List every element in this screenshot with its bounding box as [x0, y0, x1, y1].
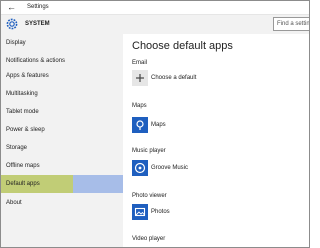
sidebar-item-default-apps[interactable]: Default apps	[1, 175, 123, 193]
sidebar-item-label: Default apps	[6, 181, 40, 187]
category-label-email: Email	[132, 60, 148, 66]
category-label-photo-viewer: Photo viewer	[132, 193, 167, 199]
category-label-music-player: Music player	[132, 148, 166, 154]
sidebar-item-power-sleep[interactable]: Power & sleep	[1, 121, 123, 139]
default-email-selector[interactable]: Choose a default	[132, 70, 302, 86]
sidebar-item-label: Notifications & actions	[6, 58, 66, 64]
gear-icon	[6, 18, 18, 30]
sidebar-item-about[interactable]: About	[1, 194, 123, 212]
sidebar-item-storage[interactable]: Storage	[1, 139, 123, 157]
sidebar: Display Notifications & actions Apps & f…	[1, 34, 123, 247]
sidebar-item-label: Offline maps	[6, 163, 40, 169]
groove-music-icon	[132, 160, 148, 176]
sidebar-item-label: About	[6, 200, 22, 206]
sidebar-item-label: Display	[6, 40, 26, 46]
window-title: Settings	[27, 4, 49, 10]
app-name: Choose a default	[151, 75, 197, 81]
sidebar-item-label: Multitasking	[6, 91, 38, 97]
sidebar-item-label: Apps & features	[6, 73, 49, 79]
search-input[interactable]: Find a setting	[273, 17, 309, 31]
app-name: Maps	[151, 122, 166, 128]
plus-icon	[132, 70, 148, 86]
default-maps-selector[interactable]: Maps	[132, 117, 302, 133]
section-header: SYSTEM Find a setting	[1, 15, 309, 34]
sidebar-item-label: Tablet mode	[6, 109, 39, 115]
sidebar-item-offline-maps[interactable]: Offline maps	[1, 157, 123, 175]
sidebar-item-tablet-mode[interactable]: Tablet mode	[1, 103, 123, 121]
section-title: SYSTEM	[25, 21, 50, 27]
main-content: Choose default apps Email Choose a defau…	[123, 34, 309, 247]
settings-window: ← Settings SYSTEM Find a setting Display…	[0, 0, 310, 248]
sidebar-item-apps-features[interactable]: Apps & features	[1, 67, 123, 85]
title-bar: ← Settings	[1, 1, 309, 15]
sidebar-item-label: Power & sleep	[6, 127, 45, 133]
default-photos-selector[interactable]: Photos	[132, 204, 302, 220]
sidebar-item-display[interactable]: Display	[1, 34, 123, 52]
photos-icon	[132, 204, 148, 220]
back-arrow-icon[interactable]: ←	[7, 1, 16, 13]
app-name: Photos	[151, 209, 170, 215]
maps-icon	[132, 117, 148, 133]
category-label-video-player: Video player	[132, 236, 166, 242]
sidebar-item-label: Storage	[6, 145, 28, 151]
sidebar-item-multitasking[interactable]: Multitasking	[1, 85, 123, 103]
default-music-selector[interactable]: Groove Music	[132, 160, 302, 176]
page-title: Choose default apps	[132, 40, 233, 52]
app-name: Groove Music	[151, 165, 189, 171]
category-label-maps: Maps	[132, 103, 147, 109]
